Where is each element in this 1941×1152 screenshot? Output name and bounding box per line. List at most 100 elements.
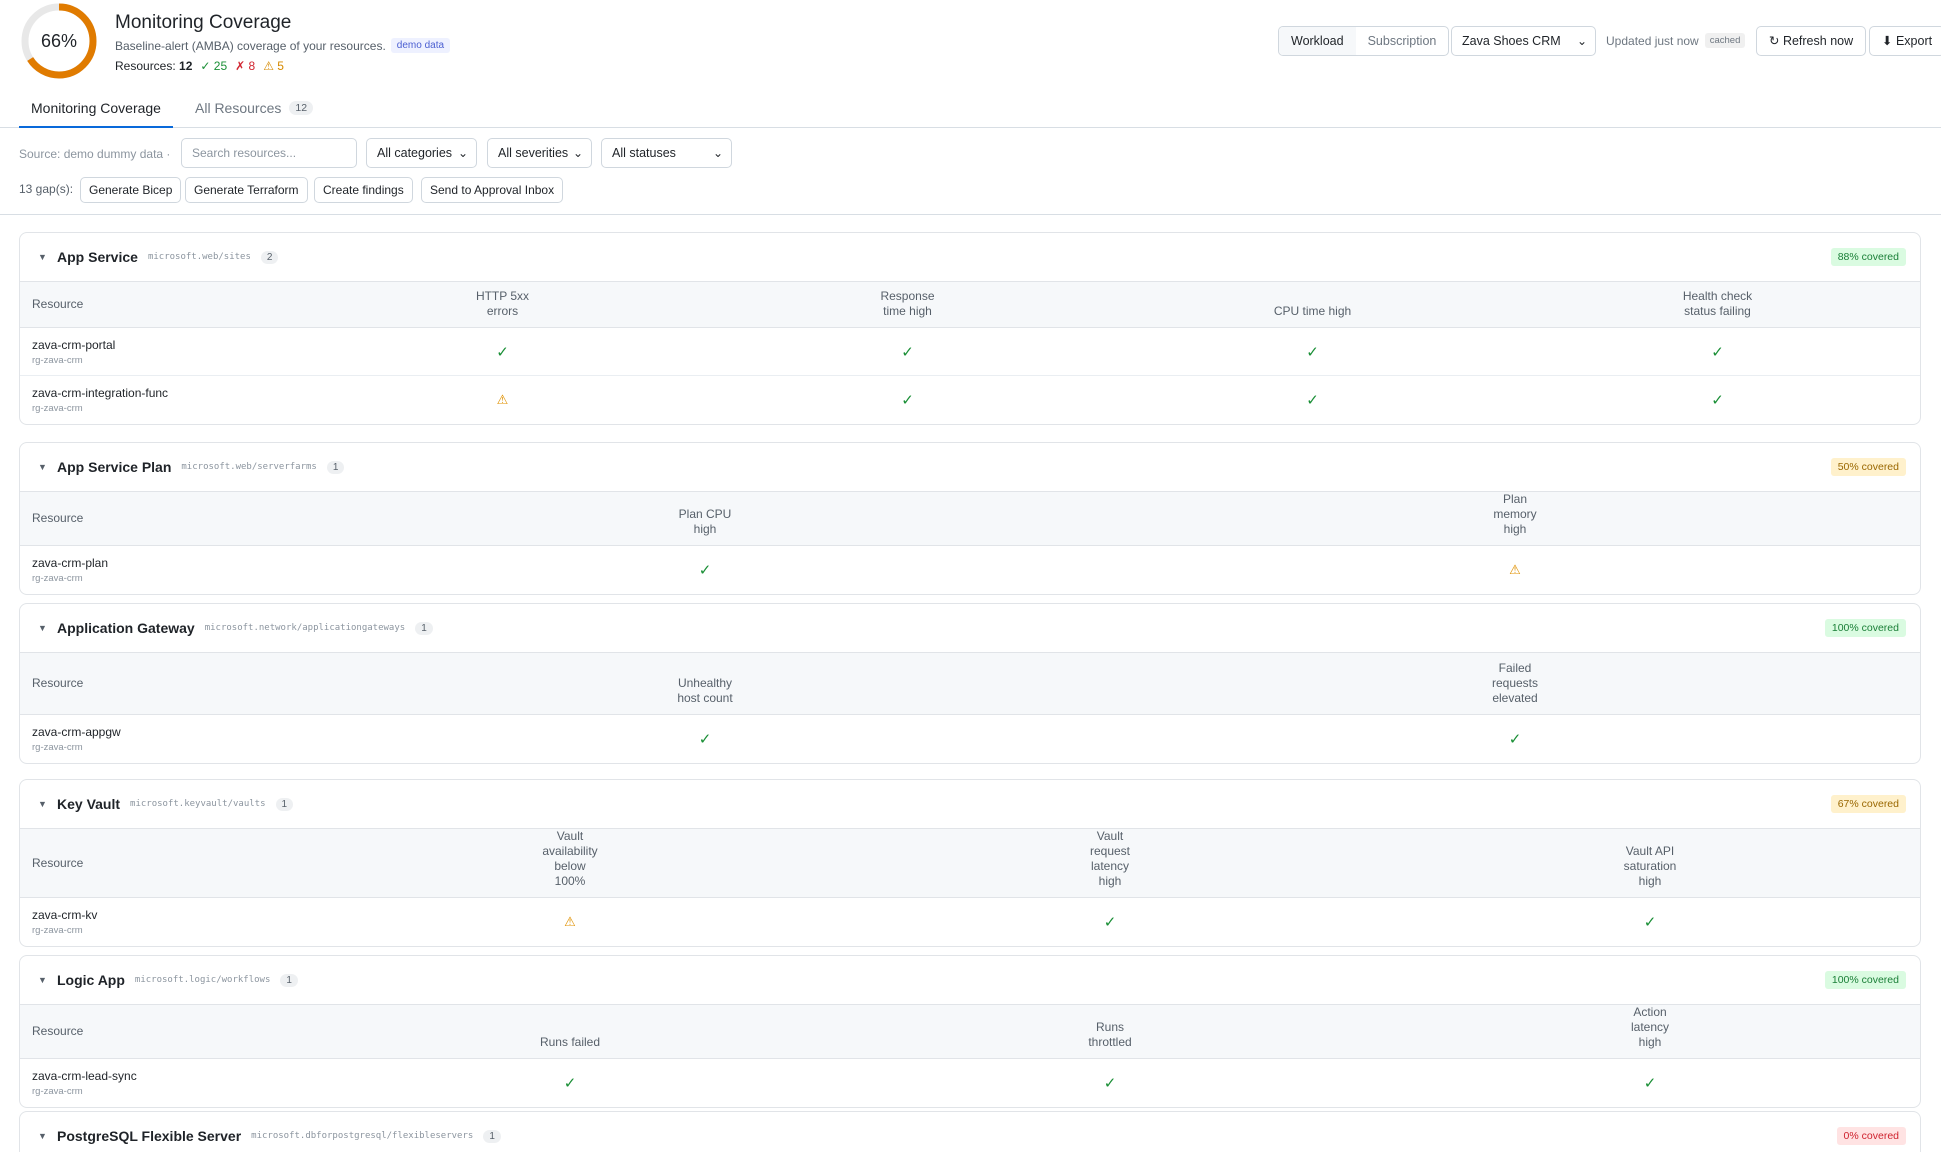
chevron-down-icon: ⌄ xyxy=(712,146,723,160)
tab-count-badge: 12 xyxy=(289,101,314,115)
metric-status-cell[interactable]: ⚠ xyxy=(300,898,840,946)
scope-subscription[interactable]: Subscription xyxy=(1356,27,1449,55)
subtitle-text: Baseline-alert (AMBA) coverage of your r… xyxy=(115,38,386,53)
workload-select[interactable]: Zava Shoes CRM ⌄ xyxy=(1451,26,1596,56)
column-header-resource: Resource xyxy=(32,297,84,311)
resource-type: microsoft.web/sites xyxy=(147,252,251,262)
section-key-vault: ▼ Key Vault microsoft.keyvault/vaults 1 67% … xyxy=(19,779,1921,947)
ok-count: ✓ 25 xyxy=(200,59,228,73)
section-header[interactable]: ▼ App Service Plan microsoft.web/serverfar… xyxy=(20,443,1920,491)
page-subtitle: Baseline-alert (AMBA) coverage of your r… xyxy=(115,38,451,53)
resource-name[interactable]: zava-crm-kv xyxy=(32,908,300,922)
table-row[interactable]: zava-crm-lead-sync rg-zava-crm ✓ ✓ ✓ xyxy=(20,1058,1920,1107)
section-header[interactable]: ▼ PostgreSQL Flexible Server microsoft.dbf… xyxy=(20,1112,1920,1152)
resource-name[interactable]: zava-crm-lead-sync xyxy=(32,1069,300,1083)
metric-status-cell[interactable]: ✓ xyxy=(705,376,1110,424)
metric-status-cell[interactable]: ✓ xyxy=(300,715,1110,763)
metric-status-cell[interactable]: ✓ xyxy=(300,546,1110,594)
table-row[interactable]: zava-crm-integration-func rg-zava-crm ⚠ ✓ ✓ ✓ xyxy=(20,375,1920,424)
collapse-caret-icon[interactable]: ▼ xyxy=(38,623,47,633)
resource-name[interactable]: zava-crm-portal xyxy=(32,338,300,352)
generate-terraform-button[interactable]: Generate Terraform xyxy=(185,177,308,203)
tab-monitoring-coverage[interactable]: Monitoring Coverage xyxy=(19,100,173,128)
tab-bar: Monitoring Coverage All Resources 12 xyxy=(0,92,1941,128)
column-header-metric: HTTP 5xx errors xyxy=(475,289,530,318)
metric-status-cell[interactable]: ✓ xyxy=(840,898,1380,946)
category-filter-value: All categories xyxy=(377,146,453,160)
scope-workload[interactable]: Workload xyxy=(1279,27,1356,55)
severity-filter-value: All severities xyxy=(498,146,569,160)
collapse-caret-icon[interactable]: ▼ xyxy=(38,252,47,262)
metric-status-cell[interactable]: ✓ xyxy=(1110,715,1920,763)
severity-filter[interactable]: All severities ⌄ xyxy=(487,138,592,168)
category-filter[interactable]: All categories ⌄ xyxy=(366,138,477,168)
section-title: Logic App microsoft.logic/workflows 1 xyxy=(57,972,298,988)
section-header[interactable]: ▼ Application Gateway microsoft.network/ap… xyxy=(20,604,1920,652)
resource-type: microsoft.dbforpostgresql/flexibleserver… xyxy=(251,1131,474,1141)
resource-cell: zava-crm-lead-sync rg-zava-crm xyxy=(20,1059,300,1107)
collapse-caret-icon[interactable]: ▼ xyxy=(38,462,47,472)
collapse-caret-icon[interactable]: ▼ xyxy=(38,1131,47,1141)
column-header-metric: Runs failed xyxy=(539,1035,601,1049)
column-header-metric: Runs throttled xyxy=(1088,1020,1132,1049)
section-name: Logic App xyxy=(57,972,125,988)
tab-all-resources[interactable]: All Resources 12 xyxy=(195,100,314,116)
section-title: App Service microsoft.web/sites 2 xyxy=(57,249,279,265)
column-header-metric: Failed requests elevated xyxy=(1491,661,1539,705)
resource-count-badge: 1 xyxy=(275,797,294,811)
metric-status-cell[interactable]: ✓ xyxy=(705,328,1110,376)
column-header-metric: Action latency high xyxy=(1630,1005,1670,1049)
metric-status-cell[interactable]: ✓ xyxy=(1380,1059,1920,1107)
export-button[interactable]: ⬇ Export xyxy=(1869,26,1941,56)
scope-toggle: Workload Subscription xyxy=(1278,26,1450,56)
generate-bicep-button[interactable]: Generate Bicep xyxy=(80,177,182,203)
search-input[interactable] xyxy=(181,138,357,168)
collapse-caret-icon[interactable]: ▼ xyxy=(38,799,47,809)
metric-status-cell[interactable]: ⚠ xyxy=(300,376,705,424)
table-row[interactable]: zava-crm-plan rg-zava-crm ✓ ⚠ xyxy=(20,545,1920,594)
coverage-badge: 100% covered xyxy=(1824,971,1906,989)
section-header[interactable]: ▼ Key Vault microsoft.keyvault/vaults 1 67% … xyxy=(20,780,1920,828)
resource-name[interactable]: zava-crm-integration-func xyxy=(32,386,300,400)
metric-status-cell[interactable]: ✓ xyxy=(300,1059,840,1107)
section-postgresql-flexible-server: ▼ PostgreSQL Flexible Server microsoft.dbf… xyxy=(19,1111,1921,1152)
resource-type: microsoft.web/serverfarms xyxy=(181,462,317,472)
metric-status-cell[interactable]: ✓ xyxy=(1110,376,1515,424)
refresh-button[interactable]: ↻ Refresh now xyxy=(1756,26,1867,56)
section-header[interactable]: ▼ Logic App microsoft.logic/workflows 1 100%… xyxy=(20,956,1920,1004)
column-header-resource: Resource xyxy=(32,511,84,525)
resource-cell: zava-crm-kv rg-zava-crm xyxy=(20,898,300,946)
metric-status-cell[interactable]: ✓ xyxy=(1515,328,1920,376)
metric-status-cell[interactable]: ✓ xyxy=(1515,376,1920,424)
cached-badge: cached xyxy=(1704,33,1746,48)
metric-status-cell[interactable]: ✓ xyxy=(1110,328,1515,376)
check-icon: ✓ xyxy=(1306,343,1319,361)
resource-group: rg-zava-crm xyxy=(32,741,83,753)
check-icon: ✓ xyxy=(901,343,914,361)
section-application-gateway: ▼ Application Gateway microsoft.network/ap… xyxy=(19,603,1921,764)
table-header-row: Resource Plan CPU high Plan memory high xyxy=(20,491,1920,546)
coverage-badge: 100% covered xyxy=(1824,619,1906,637)
metric-status-cell[interactable]: ✓ xyxy=(1380,898,1920,946)
table-row[interactable]: zava-crm-kv rg-zava-crm ⚠ ✓ ✓ xyxy=(20,897,1920,946)
warning-count: ⚠ 5 xyxy=(263,59,284,73)
metric-status-cell[interactable]: ✓ xyxy=(300,328,705,376)
send-to-approval-inbox-button[interactable]: Send to Approval Inbox xyxy=(421,177,564,203)
metric-status-cell[interactable]: ✓ xyxy=(840,1059,1380,1107)
status-filter[interactable]: All statuses ⌄ xyxy=(601,138,732,168)
table-row[interactable]: zava-crm-portal rg-zava-crm ✓ ✓ ✓ ✓ xyxy=(20,327,1920,376)
resource-name[interactable]: zava-crm-appgw xyxy=(32,725,300,739)
page-title: Monitoring Coverage xyxy=(115,12,292,33)
section-header[interactable]: ▼ App Service microsoft.web/sites 2 88% cove… xyxy=(20,233,1920,281)
table-row[interactable]: zava-crm-appgw rg-zava-crm ✓ ✓ xyxy=(20,714,1920,763)
resource-name[interactable]: zava-crm-plan xyxy=(32,556,300,570)
collapse-caret-icon[interactable]: ▼ xyxy=(38,975,47,985)
resource-group: rg-zava-crm xyxy=(32,924,83,936)
check-icon: ✓ xyxy=(698,561,712,579)
resources-label: Resources: 12 xyxy=(115,59,193,73)
column-header-resource: Resource xyxy=(32,855,84,870)
create-findings-button[interactable]: Create findings xyxy=(314,177,413,203)
section-app-service: ▼ App Service microsoft.web/sites 2 88% cove… xyxy=(19,232,1921,425)
metric-status-cell[interactable]: ⚠ xyxy=(1110,546,1920,594)
missing-count: ✗ 8 xyxy=(235,59,256,73)
